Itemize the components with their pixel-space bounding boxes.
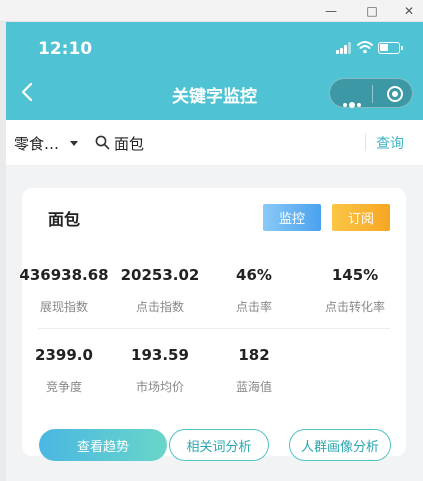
signal-icon [336, 42, 352, 54]
audience-profile-button[interactable]: 人群画像分析 [289, 429, 391, 461]
stat-ctr: 46% 点击率 [204, 266, 304, 315]
monitor-button[interactable]: 监控 [263, 204, 321, 231]
close-miniapp-icon[interactable] [387, 86, 403, 102]
minimize-icon[interactable]: — [318, 0, 344, 22]
miniapp-capsule [329, 78, 413, 108]
divider [365, 133, 366, 151]
related-words-button[interactable]: 相关词分析 [169, 429, 269, 461]
keyword-card: 面包 监控 订阅 436938.68 展现指数 20253.02 点击指数 46… [19, 188, 406, 461]
stat-value: 2399.0 [35, 346, 93, 364]
stat-value: 145% [331, 266, 379, 284]
subscribe-button[interactable]: 订阅 [332, 204, 390, 231]
stat-conversion: 145% 点击转化率 [305, 266, 405, 315]
stat-label: 点击率 [235, 300, 272, 314]
stat-label: 竞争度 [45, 380, 82, 394]
stat-impression: 436938.68 展现指数 [14, 266, 114, 315]
stat-value: 20253.02 [120, 266, 200, 284]
query-button[interactable]: 查询 [376, 133, 404, 153]
window-titlebar: — □ ✕ [0, 0, 423, 22]
stat-label: 市场均价 [135, 380, 184, 394]
close-icon[interactable]: ✕ [396, 0, 422, 22]
search-input[interactable] [114, 131, 344, 155]
phone-screen: 12:10 关键字监控 零食… 面包 查询 面包 监控 订阅 436938.68… [6, 22, 423, 481]
stat-value: 46% [236, 266, 272, 284]
more-icon[interactable] [343, 92, 363, 111]
stat-label: 点击指数 [135, 300, 184, 314]
search-bar: 零食… 查询 [6, 120, 423, 166]
divider [38, 328, 390, 329]
stat-avg-price: 193.59 市场均价 [110, 346, 210, 395]
stat-click-index: 20253.02 点击指数 [110, 266, 210, 315]
chevron-down-icon[interactable] [70, 141, 78, 146]
stat-blue-ocean: 182 蓝海值 [204, 346, 304, 395]
stat-value: 182 [238, 346, 270, 364]
stat-value: 193.59 [131, 346, 189, 364]
category-select[interactable]: 零食… [14, 133, 59, 154]
battery-icon [378, 42, 403, 54]
nav-header: 12:10 关键字监控 [6, 22, 423, 120]
stat-value: 436938.68 [19, 266, 109, 284]
stat-label: 点击转化率 [324, 300, 385, 314]
keyword-title: 面包 [48, 210, 81, 229]
stat-competition: 2399.0 竞争度 [14, 346, 114, 395]
wifi-icon [357, 41, 373, 54]
stat-label: 展现指数 [39, 300, 88, 314]
stat-label: 蓝海值 [235, 380, 272, 394]
maximize-icon[interactable]: □ [359, 0, 385, 22]
view-trend-button[interactable]: 查看趋势 [39, 429, 167, 461]
status-time: 12:10 [38, 39, 93, 59]
search-icon [95, 135, 110, 150]
